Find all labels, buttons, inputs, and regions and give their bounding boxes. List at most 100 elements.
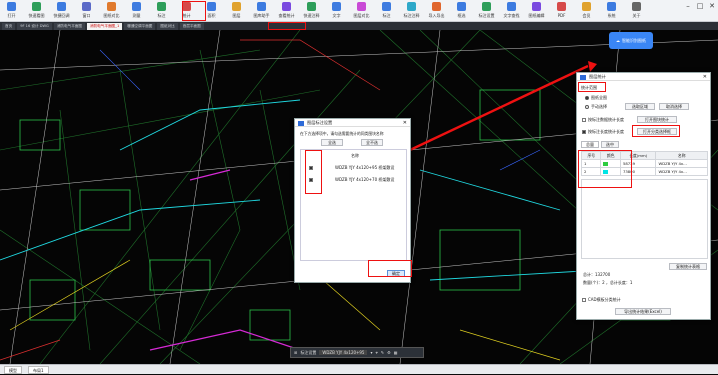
- ribbon-button[interactable]: 图纸对比: [102, 0, 121, 21]
- tab-selected[interactable]: 选中: [601, 141, 619, 148]
- document-tab[interactable]: 消防电气平面图_1: [87, 22, 123, 30]
- document-tab[interactable]: 首页: [2, 22, 16, 30]
- option-by-data[interactable]: 按标注数据统计长度: [582, 117, 624, 123]
- tab-total[interactable]: 总量: [581, 141, 599, 148]
- ribbon-button[interactable]: 图库助手: [252, 0, 271, 21]
- table-row[interactable]: 2 73800 WDZB YJY 4x...: [580, 167, 708, 176]
- checkbox[interactable]: [582, 118, 586, 122]
- ribbon-button[interactable]: 文字查找: [502, 0, 521, 21]
- ribbon-button[interactable]: 统计: [177, 0, 196, 21]
- select-all-button[interactable]: 全选: [321, 139, 343, 146]
- checkbox-1[interactable]: [309, 166, 313, 170]
- ribbon-button-label: 快速注释: [303, 13, 320, 18]
- ribbon-button-label: 图库助手: [253, 13, 270, 18]
- ribbon-button[interactable]: 窗口: [77, 0, 96, 21]
- ribbon-button-label: 框选: [457, 13, 466, 18]
- ribbon-button[interactable]: 系统: [602, 0, 621, 21]
- ribbon-button[interactable]: 关于: [627, 0, 646, 21]
- ribbon-icon: [57, 2, 66, 11]
- col-length: 长度(mm): [619, 151, 657, 160]
- cancel-selection-button[interactable]: 取消选择: [659, 103, 689, 110]
- ribbon-button-label: 标注注释: [403, 13, 420, 18]
- ribbon-button-label: 窗口: [82, 13, 91, 18]
- toolbar-value-select[interactable]: WDZB YJY 4x120+95: [319, 350, 368, 355]
- copy-table-button[interactable]: 复制统计表格: [669, 263, 707, 270]
- ribbon-button-label: 标注设置: [478, 13, 495, 18]
- ribbon-button[interactable]: 会员: [577, 0, 596, 21]
- ribbon-button[interactable]: 打开: [2, 0, 21, 21]
- dialog-instruction: 在下方选择项中，请勾选需要统计的同类图块名称: [300, 131, 384, 136]
- ribbon-button[interactable]: 框选: [452, 0, 471, 21]
- ribbon-button[interactable]: 快捷回调: [52, 0, 71, 21]
- ribbon-button-label: 统计: [182, 13, 191, 18]
- open-category-button[interactable]: 打开分类选择框: [637, 128, 677, 135]
- ribbon-button[interactable]: 快速注释: [302, 0, 321, 21]
- ribbon-button[interactable]: 导入导出: [427, 0, 446, 21]
- ribbon-icon: [532, 2, 541, 11]
- export-excel-button[interactable]: 导出统计结果(Excel): [615, 308, 671, 315]
- tab-layout1[interactable]: 布局1: [28, 365, 49, 374]
- annotation-icon[interactable]: ⊞: [294, 350, 297, 355]
- cell-color: [600, 167, 621, 176]
- document-tab[interactable]: 9F 16 设计 DWG: [17, 22, 52, 30]
- list-item[interactable]: WDZB YJY 4x120+95 桥架敷设: [309, 165, 394, 171]
- chevron-down-icon[interactable]: ▾: [370, 350, 372, 355]
- radio-icon[interactable]: [585, 105, 589, 109]
- document-tab[interactable]: 图纸对比: [157, 22, 178, 30]
- ribbon-icon: [307, 2, 316, 11]
- ribbon-button[interactable]: 文字: [327, 0, 346, 21]
- grid-icon[interactable]: ▦: [394, 350, 398, 355]
- cell-length: 73800: [619, 167, 657, 176]
- ribbon-button-label: 标注: [382, 13, 391, 18]
- list-item[interactable]: WDZB YJY 4x120+70 桥架敷设: [309, 177, 394, 183]
- pin-icon[interactable]: ⌖: [376, 350, 378, 355]
- ribbon-icon: [582, 2, 591, 11]
- ribbon-button[interactable]: 标注注释: [402, 0, 421, 21]
- ribbon-button[interactable]: 图层: [227, 0, 246, 21]
- settings-icon[interactable]: ⚙: [387, 350, 391, 355]
- ribbon-icon: [7, 2, 16, 11]
- scope-option-manual[interactable]: 手动选择: [585, 104, 607, 110]
- ribbon-button[interactable]: 查看统计: [277, 0, 296, 21]
- ok-button[interactable]: 确定: [387, 270, 405, 277]
- ribbon-button-label: 打开: [7, 13, 16, 18]
- document-tab[interactable]: 首层平面图: [179, 22, 204, 30]
- option-label: 手动选择: [591, 104, 607, 109]
- document-tab[interactable]: 消防电气平面图: [53, 22, 85, 30]
- close-icon[interactable]: ✕: [703, 73, 707, 81]
- ribbon-button[interactable]: 标注: [377, 0, 396, 21]
- checkbox-2[interactable]: [309, 178, 313, 182]
- select-region-button[interactable]: 选取区域: [625, 103, 655, 110]
- ribbon-button[interactable]: 面积: [202, 0, 221, 21]
- scope-option-full[interactable]: 图纸全图: [585, 95, 607, 101]
- ribbon-button-label: 图纸对比: [103, 13, 120, 18]
- close-icon[interactable]: ✕: [403, 119, 407, 127]
- tab-model[interactable]: 模型: [4, 365, 22, 374]
- radio-icon[interactable]: [585, 96, 589, 100]
- option-by-length[interactable]: 按标注长度统计长度: [582, 129, 624, 135]
- cad-template-option[interactable]: CAD模板分类统计: [582, 297, 621, 303]
- ribbon-button[interactable]: 快速看图: [27, 0, 46, 21]
- ribbon-button[interactable]: 图层对比: [352, 0, 371, 21]
- ribbon-button[interactable]: 标注: [152, 0, 171, 21]
- ribbon-icon: [382, 2, 391, 11]
- window-controls: – □ ✕: [684, 2, 716, 10]
- ribbon-button[interactable]: 图纸编辑: [527, 0, 546, 21]
- ribbon-button[interactable]: 标注设置: [477, 0, 496, 21]
- ribbon-button[interactable]: 测量: [127, 0, 146, 21]
- ribbon-button-label: 图层: [232, 13, 241, 18]
- minimize-icon[interactable]: –: [684, 2, 692, 10]
- table-row[interactable]: 1 58739 WDZB YJY 4x...: [580, 159, 708, 168]
- maximize-icon[interactable]: □: [696, 2, 704, 10]
- ribbon-button[interactable]: PDF: [552, 0, 571, 21]
- column-header-name: 名称: [351, 153, 359, 158]
- document-tab[interactable]: 暖通空调平面图: [124, 22, 156, 30]
- select-none-button[interactable]: 全不选: [361, 139, 383, 146]
- checkbox[interactable]: [582, 130, 586, 134]
- close-icon[interactable]: ✕: [708, 2, 716, 10]
- ribbon-button-label: 文字查找: [503, 13, 520, 18]
- open-block-stats-button[interactable]: 打开图块统计: [637, 116, 677, 123]
- checkbox[interactable]: [582, 298, 586, 302]
- edit-icon[interactable]: ✎: [381, 350, 384, 355]
- smart-recognition-button[interactable]: ☁ 智能识别图纸: [609, 32, 653, 49]
